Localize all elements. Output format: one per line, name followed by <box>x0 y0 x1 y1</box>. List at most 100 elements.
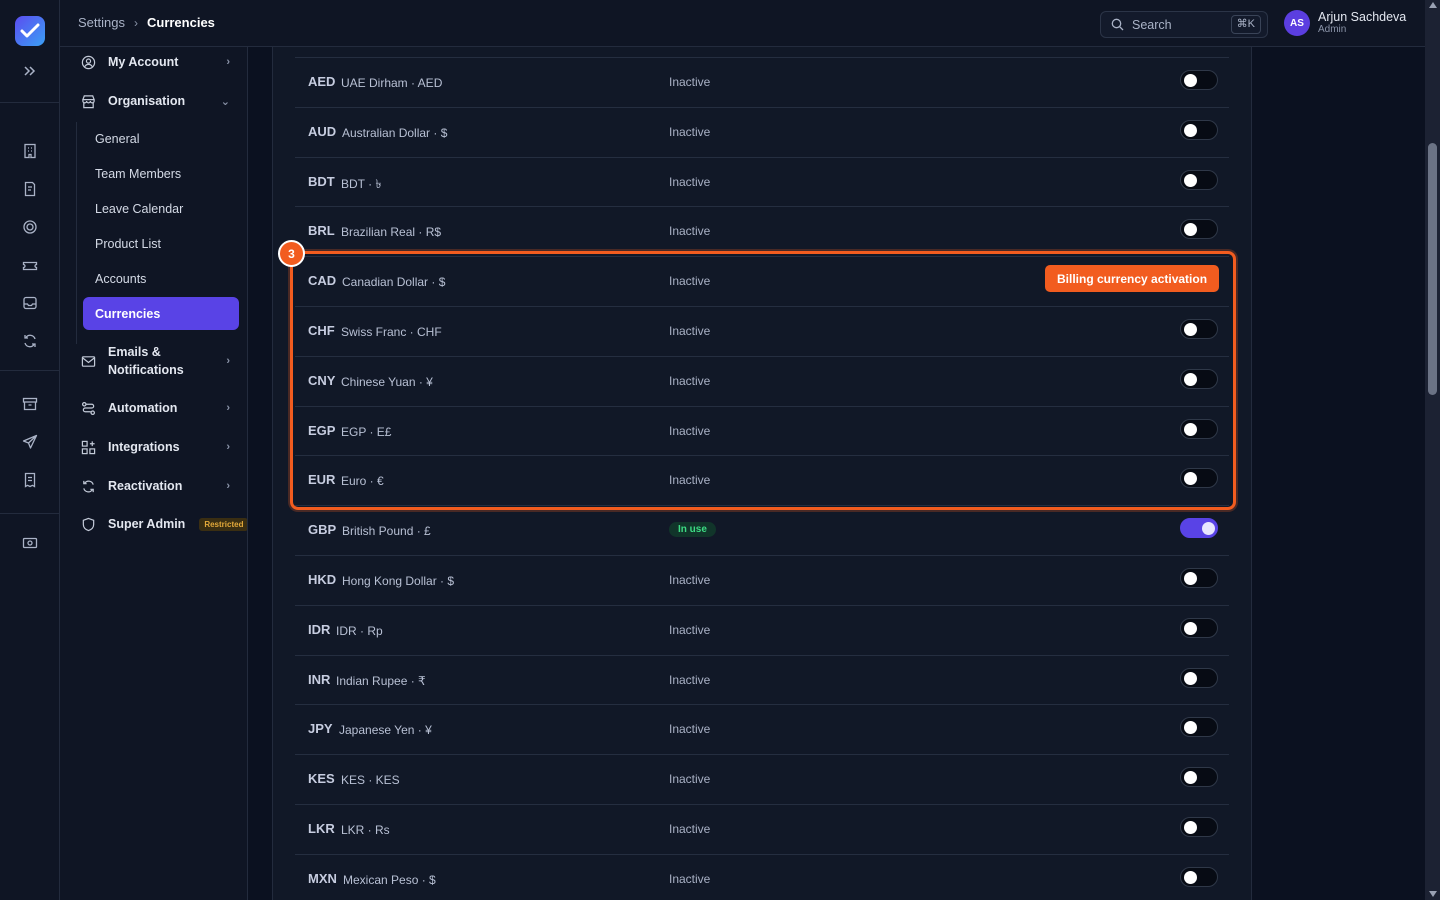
currency-toggle[interactable] <box>1180 567 1218 588</box>
toggle-knob <box>1184 820 1197 834</box>
currency-status: Inactive <box>669 373 711 388</box>
scrollbar-thumb[interactable] <box>1428 143 1437 395</box>
ticket-icon[interactable] <box>18 254 42 278</box>
currency-toggle[interactable] <box>1180 368 1218 389</box>
nav-automation[interactable]: Automation › <box>80 396 230 420</box>
scrollbar[interactable] <box>1425 0 1440 900</box>
currency-toggle[interactable] <box>1180 468 1218 489</box>
currency-status: Inactive <box>669 871 711 886</box>
nav-organisation[interactable]: Organisation ⌄ <box>80 89 230 113</box>
chevron-right-icon: › <box>226 355 230 367</box>
toggle-knob <box>1184 571 1197 585</box>
currency-status: Inactive <box>669 274 711 289</box>
app-logo[interactable] <box>15 16 45 46</box>
expand-sidebar-icon[interactable] <box>18 59 42 83</box>
shield-icon <box>80 516 96 532</box>
currency-name: Swiss Franc · CHF <box>341 324 442 339</box>
currency-name: EGP · E£ <box>341 424 392 439</box>
settings-sidebar: My Account › Organisation ⌄ General Team… <box>60 47 248 900</box>
nav-label: My Account <box>108 55 179 69</box>
currency-row: KES KES · KES Inactive <box>295 754 1229 804</box>
currency-row: AUD Australian Dollar · $ Inactive <box>295 106 1229 157</box>
toggle-knob <box>1184 721 1197 735</box>
search-input[interactable]: Search ⌘K <box>1100 11 1268 38</box>
toggle-knob <box>1184 671 1197 685</box>
currency-toggle[interactable] <box>1180 866 1218 887</box>
nav-integrations[interactable]: Integrations › <box>80 435 230 459</box>
user-menu[interactable]: AS Arjun Sachdeva Admin <box>1284 10 1406 36</box>
currency-toggle[interactable] <box>1180 717 1218 738</box>
currency-name: Australian Dollar · $ <box>342 125 448 140</box>
building-icon[interactable] <box>18 139 42 163</box>
currency-status: Inactive <box>669 75 711 89</box>
currency-toggle[interactable] <box>1180 219 1218 240</box>
currency-row: EUR Euro · € Inactive <box>295 455 1229 505</box>
rail-divider <box>0 513 60 514</box>
document-icon[interactable] <box>18 177 42 201</box>
refresh-icon <box>80 478 96 494</box>
archive-icon[interactable] <box>18 392 42 416</box>
currency-toggle[interactable] <box>1180 169 1218 190</box>
toggle-knob <box>1184 472 1197 486</box>
in-use-badge: In use <box>669 522 716 538</box>
scroll-down-icon[interactable] <box>1429 891 1437 897</box>
nav-item-team-members[interactable]: Team Members <box>83 157 239 190</box>
currency-name: British Pound · £ <box>342 524 431 539</box>
currency-code: EUR <box>308 472 336 488</box>
currency-toggle[interactable] <box>1180 518 1218 539</box>
nav-item-general[interactable]: General <box>83 122 239 155</box>
currency-row: CHF Swiss Franc · CHF Inactive <box>295 305 1229 356</box>
restricted-badge: Restricted <box>199 517 247 531</box>
receipt-icon[interactable] <box>18 468 42 492</box>
currency-toggle[interactable] <box>1180 816 1218 837</box>
currency-row: HKD Hong Kong Dollar · $ Inactive <box>295 554 1229 605</box>
currency-code: BDT <box>308 173 335 189</box>
currency-status: Inactive <box>669 772 711 787</box>
currency-toggle[interactable] <box>1180 767 1218 788</box>
money-icon[interactable] <box>18 531 42 555</box>
chevron-right-icon: › <box>226 480 230 492</box>
send-icon[interactable] <box>18 430 42 454</box>
callout-step-number: 3 <box>278 240 305 267</box>
nav-label: Notifications <box>108 363 184 377</box>
currency-toggle[interactable] <box>1180 70 1218 90</box>
nav-item-leave-calendar[interactable]: Leave Calendar <box>83 192 239 225</box>
mail-icon <box>80 353 96 369</box>
currency-code: GBP <box>308 522 337 538</box>
nav-super-admin[interactable]: Super Admin Restricted <box>80 512 247 536</box>
nav-item-currencies[interactable]: Currencies <box>83 297 239 330</box>
chevron-right-icon: › <box>133 15 138 30</box>
target-icon[interactable] <box>18 215 42 239</box>
currency-toggle[interactable] <box>1180 318 1218 339</box>
currency-row: EGP EGP · E£ Inactive <box>295 405 1229 456</box>
currency-toggle[interactable] <box>1180 418 1218 439</box>
currency-toggle[interactable] <box>1180 617 1218 638</box>
breadcrumb-settings[interactable]: Settings <box>78 15 125 30</box>
currency-code: CAD <box>308 273 337 289</box>
refresh-icon[interactable] <box>18 329 42 353</box>
currency-code: IDR <box>308 621 331 637</box>
nav-item-accounts[interactable]: Accounts <box>83 262 239 295</box>
currency-toggle[interactable] <box>1180 119 1218 140</box>
currency-name: Indian Rupee · ₹ <box>336 673 426 688</box>
currency-name: Japanese Yen · ¥ <box>339 723 432 738</box>
nav-item-product-list[interactable]: Product List <box>83 227 239 260</box>
user-circle-icon <box>80 54 96 70</box>
nav-label: Super Admin <box>108 517 186 531</box>
nav-emails-notifications[interactable]: Emails & Notifications › <box>80 342 230 380</box>
nav-my-account[interactable]: My Account › <box>80 50 230 74</box>
nav-label: Emails & <box>108 345 161 359</box>
currency-list: AED UAE Dirham · AED Inactive AUD Australian… <box>295 57 1229 900</box>
currency-code: AUD <box>308 123 337 139</box>
currency-status: Inactive <box>669 672 711 687</box>
currency-code: LKR <box>308 820 335 836</box>
currency-row: JPY Japanese Yen · ¥ Inactive <box>295 704 1229 754</box>
nav-reactivation[interactable]: Reactivation › <box>80 474 230 498</box>
grid-plus-icon <box>80 439 96 455</box>
currency-code: MXN <box>308 870 337 886</box>
currency-toggle[interactable] <box>1180 667 1218 688</box>
inbox-icon[interactable] <box>18 291 42 315</box>
nav-label: Integrations <box>108 440 180 454</box>
currency-status: Inactive <box>669 572 711 587</box>
scroll-up-icon[interactable] <box>1429 2 1437 8</box>
